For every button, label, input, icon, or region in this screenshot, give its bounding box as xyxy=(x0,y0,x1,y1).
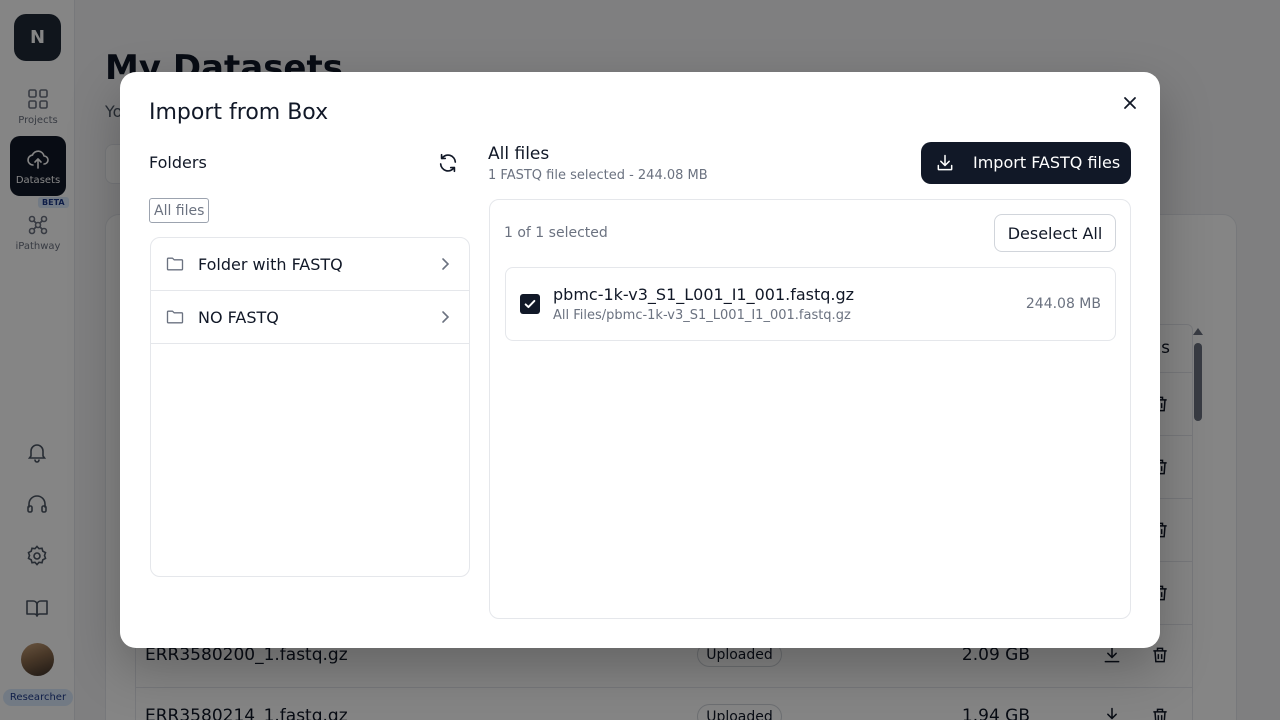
folders-heading: Folders xyxy=(149,153,207,172)
file-size: 244.08 MB xyxy=(1025,296,1101,312)
folder-label: NO FASTQ xyxy=(198,307,279,327)
close-icon xyxy=(1124,97,1136,109)
file-name: pbmc-1k-v3_S1_L001_I1_001.fastq.gz xyxy=(553,285,855,304)
check-icon xyxy=(524,299,536,309)
file-path: All Files/pbmc-1k-v3_S1_L001_I1_001.fast… xyxy=(553,308,851,323)
chevron-right-icon xyxy=(442,258,450,270)
refresh-icon[interactable] xyxy=(437,152,459,174)
folder-item[interactable]: NO FASTQ xyxy=(151,291,469,344)
import-button-label: Import FASTQ files xyxy=(973,153,1121,172)
file-item[interactable]: pbmc-1k-v3_S1_L001_I1_001.fastq.gz All F… xyxy=(505,267,1116,341)
import-modal: Import from Box Folders All files Folder… xyxy=(120,72,1160,648)
folder-label: Folder with FASTQ xyxy=(198,254,343,274)
breadcrumb[interactable]: All files xyxy=(149,198,210,223)
folder-list: Folder with FASTQ NO FASTQ xyxy=(150,237,470,577)
selection-summary: 1 FASTQ file selected - 244.08 MB xyxy=(488,168,708,183)
download-icon xyxy=(937,154,953,171)
deselect-all-button[interactable]: Deselect All xyxy=(994,214,1116,252)
file-checkbox[interactable] xyxy=(520,294,540,314)
import-fastq-button[interactable]: Import FASTQ files xyxy=(921,142,1131,184)
modal-title: Import from Box xyxy=(149,100,329,125)
close-button[interactable] xyxy=(1117,90,1143,116)
chevron-right-icon xyxy=(442,311,450,323)
folder-icon xyxy=(166,257,184,271)
files-heading: All files xyxy=(488,144,550,164)
folder-icon xyxy=(166,310,184,324)
selected-count: 1 of 1 selected xyxy=(504,225,608,241)
folder-item[interactable]: Folder with FASTQ xyxy=(151,238,469,291)
file-list-panel: 1 of 1 selected Deselect All pbmc-1k-v3_… xyxy=(489,199,1131,619)
